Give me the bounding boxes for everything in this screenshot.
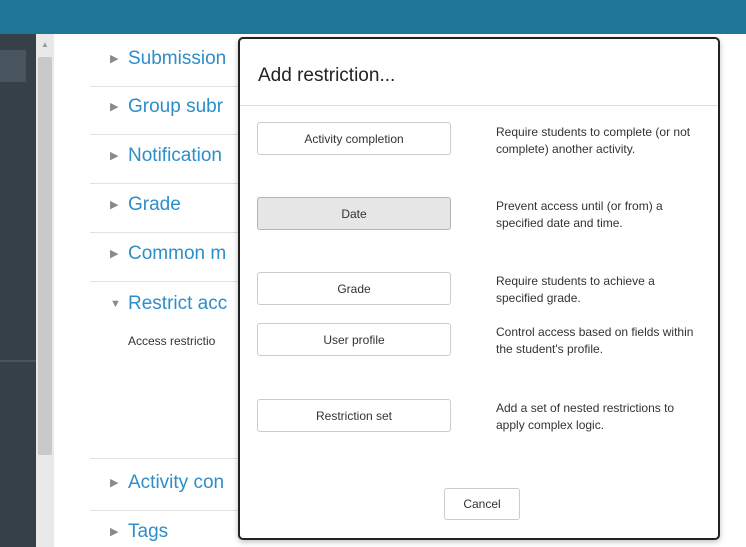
access-restrictions-label: Access restrictio xyxy=(128,334,216,348)
divider xyxy=(90,232,240,233)
top-navbar xyxy=(0,0,746,34)
section-label: Group subr xyxy=(128,96,224,117)
grade-button[interactable]: Grade xyxy=(257,272,451,305)
drawer-divider xyxy=(0,360,36,362)
divider xyxy=(90,510,240,511)
section-label: Grade xyxy=(128,194,181,215)
caret-right-icon: ▶ xyxy=(110,199,119,212)
caret-down-icon: ▼ xyxy=(110,297,121,310)
date-button[interactable]: Date xyxy=(257,197,451,230)
section-group-submission[interactable]: ▶ Group subr xyxy=(110,96,223,118)
date-description: Prevent access until (or from) a specifi… xyxy=(496,199,663,230)
drawer-highlight xyxy=(0,50,26,82)
scrollbar-thumb[interactable] xyxy=(38,57,52,455)
section-label: Restrict acc xyxy=(128,293,228,314)
user-profile-description: Control access based on fields within th… xyxy=(496,325,694,356)
divider xyxy=(90,458,240,459)
section-label: Activity con xyxy=(128,472,225,493)
section-tags[interactable]: ▶ Tags xyxy=(110,521,168,543)
divider xyxy=(90,183,240,184)
caret-right-icon: ▶ xyxy=(110,477,119,490)
section-notifications[interactable]: ▶ Notification xyxy=(110,145,222,167)
section-activity-completion[interactable]: ▶ Activity con xyxy=(110,472,224,494)
section-common-modules[interactable]: ▶ Common m xyxy=(110,243,226,265)
section-restrict-access[interactable]: ▼ Restrict acc xyxy=(110,293,227,315)
dialog-header-divider xyxy=(240,105,718,106)
left-drawer xyxy=(0,34,36,547)
activity-completion-description: Require students to complete (or not com… xyxy=(496,125,691,156)
caret-right-icon: ▶ xyxy=(110,526,119,539)
grade-description: Require students to achieve a specified … xyxy=(496,274,655,305)
section-label: Notification xyxy=(128,145,222,166)
divider xyxy=(90,86,240,87)
section-grade[interactable]: ▶ Grade xyxy=(110,194,181,216)
user-profile-button[interactable]: User profile xyxy=(257,323,451,356)
caret-right-icon: ▶ xyxy=(110,150,119,163)
restriction-set-description: Add a set of nested restrictions to appl… xyxy=(496,401,675,432)
divider xyxy=(90,281,240,282)
cancel-button[interactable]: Cancel xyxy=(444,488,520,520)
section-label: Submission xyxy=(128,48,227,69)
caret-right-icon: ▶ xyxy=(110,101,119,114)
dialog-title: Add restriction... xyxy=(258,65,396,86)
add-restriction-dialog: Add restriction... Activity completion R… xyxy=(238,37,720,540)
caret-right-icon: ▶ xyxy=(110,53,119,66)
section-label: Tags xyxy=(128,521,169,542)
section-submission[interactable]: ▶ Submission xyxy=(110,48,226,70)
caret-right-icon: ▶ xyxy=(110,248,119,261)
activity-completion-button[interactable]: Activity completion xyxy=(257,122,451,155)
divider xyxy=(90,134,240,135)
scroll-up-arrow-icon[interactable]: ▲ xyxy=(41,40,49,49)
section-label: Common m xyxy=(128,243,227,264)
restriction-set-button[interactable]: Restriction set xyxy=(257,399,451,432)
